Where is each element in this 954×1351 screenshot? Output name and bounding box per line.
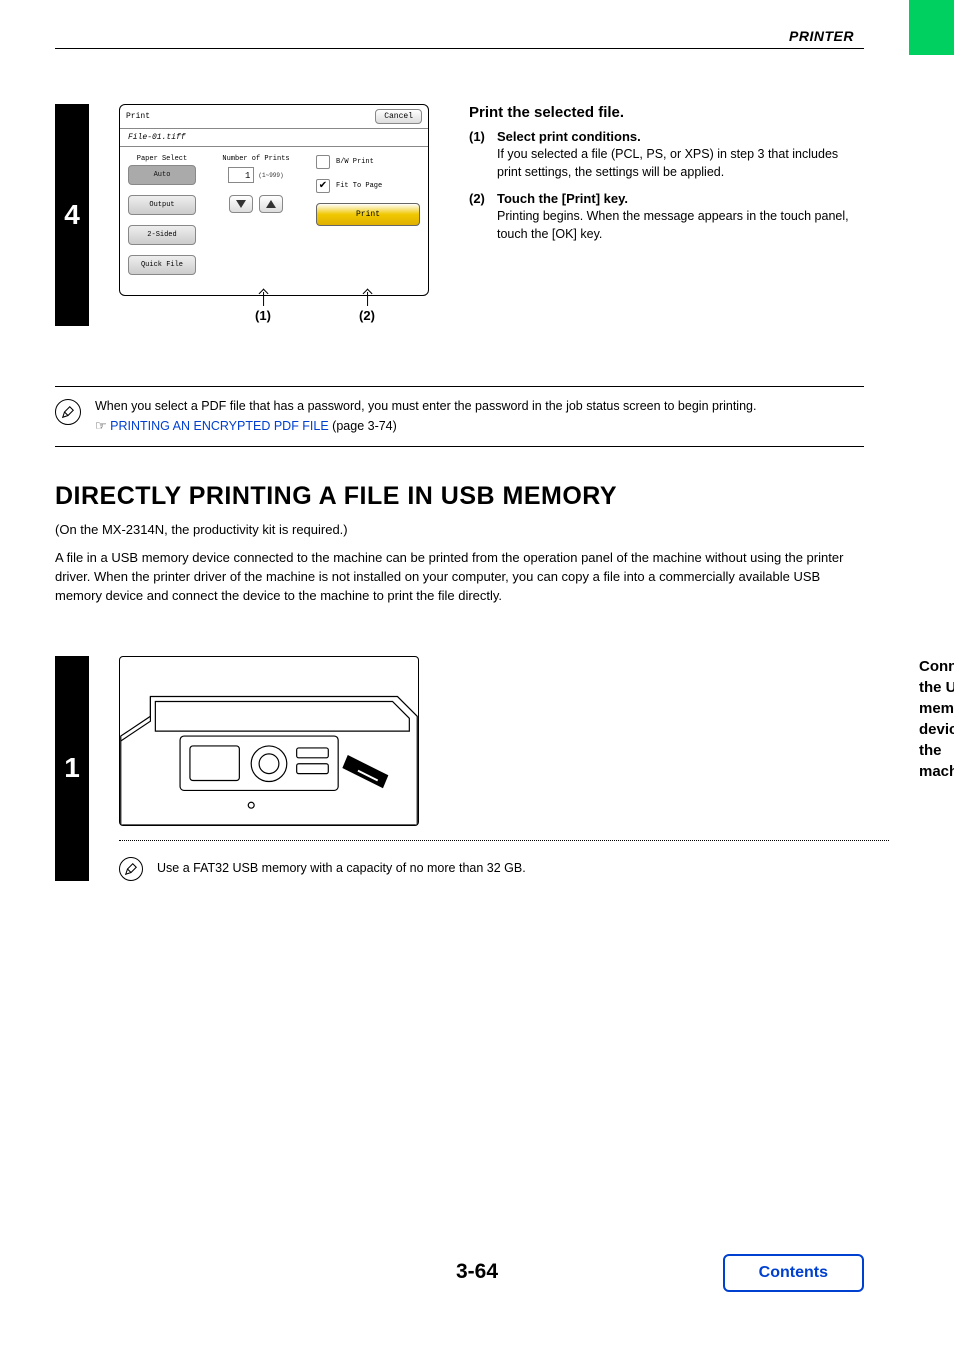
section-para-1: (On the MX-2314N, the productivity kit i… (55, 521, 864, 540)
paper-select-button[interactable]: Auto (128, 165, 196, 185)
dialog-title: Print (126, 112, 150, 121)
spin-down-button[interactable] (229, 195, 253, 213)
section-para-2: A file in a USB memory device connected … (55, 549, 864, 606)
note-link[interactable]: PRINTING AN ENCRYPTED PDF FILE (110, 419, 329, 433)
num-prints-label: Number of Prints (206, 155, 306, 163)
output-button[interactable]: Output (128, 195, 196, 215)
num-prints-value[interactable]: 1 (228, 167, 254, 183)
callout-2: (2) (359, 308, 375, 323)
sub-num-2: (2) (469, 191, 497, 243)
section-header: PRINTER (55, 28, 864, 44)
sub-note-text: Use a FAT32 USB memory with a capacity o… (157, 861, 526, 875)
step4-title: Print the selected file. (469, 104, 864, 121)
print-dialog: Print Cancel File-01.tiff Paper Select A… (119, 104, 429, 296)
fit-to-page-checkbox[interactable] (316, 179, 330, 193)
sub-label-2: Touch the [Print] key. (497, 191, 864, 206)
paper-select-label: Paper Select (128, 155, 196, 163)
dialog-filename: File-01.tiff (120, 129, 428, 147)
pencil-icon (55, 399, 81, 425)
note-line-1: When you select a PDF file that has a pa… (95, 399, 756, 413)
num-prints-range: (1~999) (258, 172, 283, 179)
header-rule (55, 48, 864, 49)
print-button[interactable]: Print (316, 203, 420, 226)
quick-file-button[interactable]: Quick File (128, 255, 196, 275)
step1-title: Connect the USB memory device to the mac… (919, 656, 954, 782)
sub-num-1: (1) (469, 129, 497, 181)
callout-1: (1) (255, 308, 271, 323)
cancel-button[interactable]: Cancel (375, 109, 422, 124)
note-link-suffix: (page 3-74) (329, 419, 397, 433)
section-heading: DIRECTLY PRINTING A FILE IN USB MEMORY (55, 482, 864, 511)
contents-link[interactable]: Contents (723, 1254, 864, 1292)
printer-illustration (119, 656, 419, 826)
step-number-4: 4 (55, 104, 89, 326)
bw-print-label: B/W Print (336, 158, 374, 166)
spin-up-button[interactable] (259, 195, 283, 213)
two-sided-button[interactable]: 2-Sided (128, 225, 196, 245)
sub-desc-2: Printing begins. When the message appear… (497, 208, 864, 243)
bw-print-checkbox[interactable] (316, 155, 330, 169)
step-number-1: 1 (55, 656, 89, 881)
fit-to-page-label: Fit To Page (336, 182, 382, 190)
sub-desc-1: If you selected a file (PCL, PS, or XPS)… (497, 146, 864, 181)
sub-label-1: Select print conditions. (497, 129, 864, 144)
dotted-divider (119, 840, 889, 841)
pointer-icon: ☞ (95, 416, 107, 436)
pencil-icon-2 (119, 857, 143, 881)
